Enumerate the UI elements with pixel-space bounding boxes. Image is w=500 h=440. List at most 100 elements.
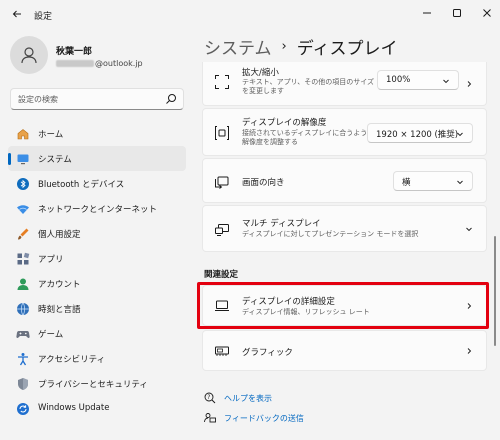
sidebar-item-home[interactable]: ホーム (8, 121, 186, 146)
multi-display-title: マルチ ディスプレイ (242, 219, 321, 229)
highlight-box (197, 282, 489, 329)
back-arrow-icon (12, 10, 21, 18)
sidebar-item-label: アカウント (38, 280, 81, 290)
personalization-icon (18, 228, 29, 240)
maximize-button[interactable] (444, 2, 470, 24)
accessibility-icon (18, 353, 28, 366)
time-language-icon (17, 302, 29, 316)
chevron-down-icon (443, 79, 449, 84)
sidebar-item-gaming[interactable]: ゲーム (8, 321, 186, 346)
scale-description: テキスト、アプリ、その他の項目のサイズを変更します (242, 78, 375, 95)
sidebar-item-accounts[interactable]: アカウント (8, 271, 186, 296)
sidebar-item-label: Windows Update (38, 403, 110, 413)
apps-icon (17, 252, 30, 265)
breadcrumb-separator: › (281, 39, 287, 54)
network-icon (17, 205, 29, 214)
resolution-title: ディスプレイの解像度 (242, 118, 327, 128)
sidebar-item-label: 時刻と言語 (38, 305, 81, 315)
breadcrumb-parent[interactable]: システム (204, 34, 272, 59)
gaming-icon (16, 331, 30, 339)
sidebar-item-label: アプリ (38, 255, 64, 265)
title-bar: 設定 (0, 0, 500, 30)
page-title: ディスプレイ (296, 39, 398, 59)
avatar[interactable] (10, 36, 48, 74)
user-email: @outlook.jp (56, 59, 143, 68)
search-box[interactable] (10, 88, 184, 110)
back-button[interactable] (6, 3, 28, 25)
feedback-link[interactable]: フィードバックの送信 (204, 412, 304, 424)
chevron-right-icon[interactable] (465, 80, 473, 88)
resolution-description: 接続されているディスプレイに合うように解像度を調整する (242, 129, 375, 146)
scale-setting-card: 拡大/縮小 テキスト、アプリ、その他の項目のサイズを変更します 100% (202, 62, 487, 106)
multi-display-icon (215, 224, 229, 236)
sidebar-item-label: Bluetooth とデバイス (38, 180, 125, 190)
sidebar-item-bluetooth[interactable]: Bluetooth とデバイス (8, 171, 186, 196)
search-input[interactable] (18, 92, 158, 106)
scale-dropdown[interactable]: 100% (377, 70, 459, 90)
sidebar-item-label: プライバシーとセキュリティ (38, 380, 148, 390)
help-icon: ? (204, 392, 216, 404)
account-icon (17, 278, 29, 290)
sidebar-item-apps[interactable]: アプリ (8, 246, 186, 271)
orientation-value: 横 (402, 178, 411, 188)
multi-display-description: ディスプレイに対してプレゼンテーション モードを選択 (242, 230, 419, 238)
sidebar-item-system[interactable]: システム (8, 146, 186, 171)
resolution-setting-card: ディスプレイの解像度 接続されているディスプレイに合うように解像度を調整する 1… (202, 108, 487, 156)
sidebar-item-label: 個人用設定 (38, 230, 81, 240)
chevron-right-icon (467, 348, 472, 354)
related-settings-heading: 関連設定 (204, 270, 239, 280)
user-icon (21, 47, 37, 64)
scale-icon (215, 75, 229, 89)
scale-title: 拡大/縮小 (242, 68, 279, 78)
svg-text:?: ? (207, 394, 210, 401)
scale-value: 100% (386, 75, 411, 85)
home-icon (17, 129, 29, 140)
sidebar-item-personalization[interactable]: 個人用設定 (8, 221, 186, 246)
orientation-title: 画面の向き (242, 178, 285, 188)
search-icon[interactable] (165, 93, 177, 105)
sidebar-item-label: ネットワークとインターネット (38, 205, 158, 215)
multi-display-setting-card[interactable]: マルチ ディスプレイ ディスプレイに対してプレゼンテーション モードを選択 (202, 205, 487, 252)
sidebar-item-time-language[interactable]: 時刻と言語 (8, 296, 186, 321)
graphics-icon (215, 346, 229, 356)
help-link[interactable]: ? ヘルプを表示 (204, 392, 272, 404)
sidebar-item-label: システム (38, 155, 72, 165)
close-button[interactable] (474, 2, 500, 24)
close-icon (483, 9, 491, 17)
orientation-icon (215, 176, 229, 189)
system-icon (17, 154, 29, 165)
sidebar-item-label: ホーム (38, 130, 64, 140)
sidebar-item-accessibility[interactable]: アクセシビリティ (8, 346, 186, 371)
minimize-button[interactable] (414, 2, 440, 24)
bluetooth-icon (17, 178, 29, 190)
sidebar-nav: ホーム システム Bluetooth とデバイス ネットワークとインターネット … (8, 121, 186, 421)
resolution-icon (215, 126, 229, 140)
user-name: 秋葉一郎 (56, 47, 93, 57)
shield-icon (18, 378, 28, 390)
chevron-down-icon[interactable] (465, 225, 473, 233)
email-blur (56, 60, 94, 67)
feedback-link-label[interactable]: フィードバックの送信 (224, 413, 304, 424)
maximize-icon (453, 9, 461, 17)
scrollbar-thumb[interactable] (494, 236, 496, 346)
orientation-setting-card: 画面の向き 横 (202, 158, 487, 203)
sidebar-item-privacy[interactable]: プライバシーとセキュリティ (8, 371, 186, 396)
graphics-title: グラフィック (242, 348, 293, 358)
chevron-down-icon (457, 132, 463, 137)
user-email-suffix: @outlook.jp (95, 59, 143, 68)
resolution-dropdown[interactable]: 1920 × 1200 (推奨) (367, 123, 473, 143)
resolution-value: 1920 × 1200 (推奨) (376, 130, 459, 140)
sidebar-item-windows-update[interactable]: Windows Update (8, 396, 186, 421)
window-title: 設定 (34, 12, 53, 22)
feedback-icon (204, 413, 216, 423)
help-link-label[interactable]: ヘルプを表示 (224, 393, 272, 404)
sidebar-item-label: ゲーム (38, 330, 64, 340)
breadcrumb: システム › ディスプレイ (204, 34, 398, 59)
sidebar-item-network[interactable]: ネットワークとインターネット (8, 196, 186, 221)
graphics-card[interactable]: グラフィック (202, 330, 487, 371)
sidebar-item-label: アクセシビリティ (38, 355, 106, 365)
windows-update-icon (17, 403, 29, 415)
orientation-dropdown[interactable]: 横 (393, 171, 473, 191)
minimize-icon (423, 12, 431, 14)
chevron-down-icon (457, 180, 463, 185)
